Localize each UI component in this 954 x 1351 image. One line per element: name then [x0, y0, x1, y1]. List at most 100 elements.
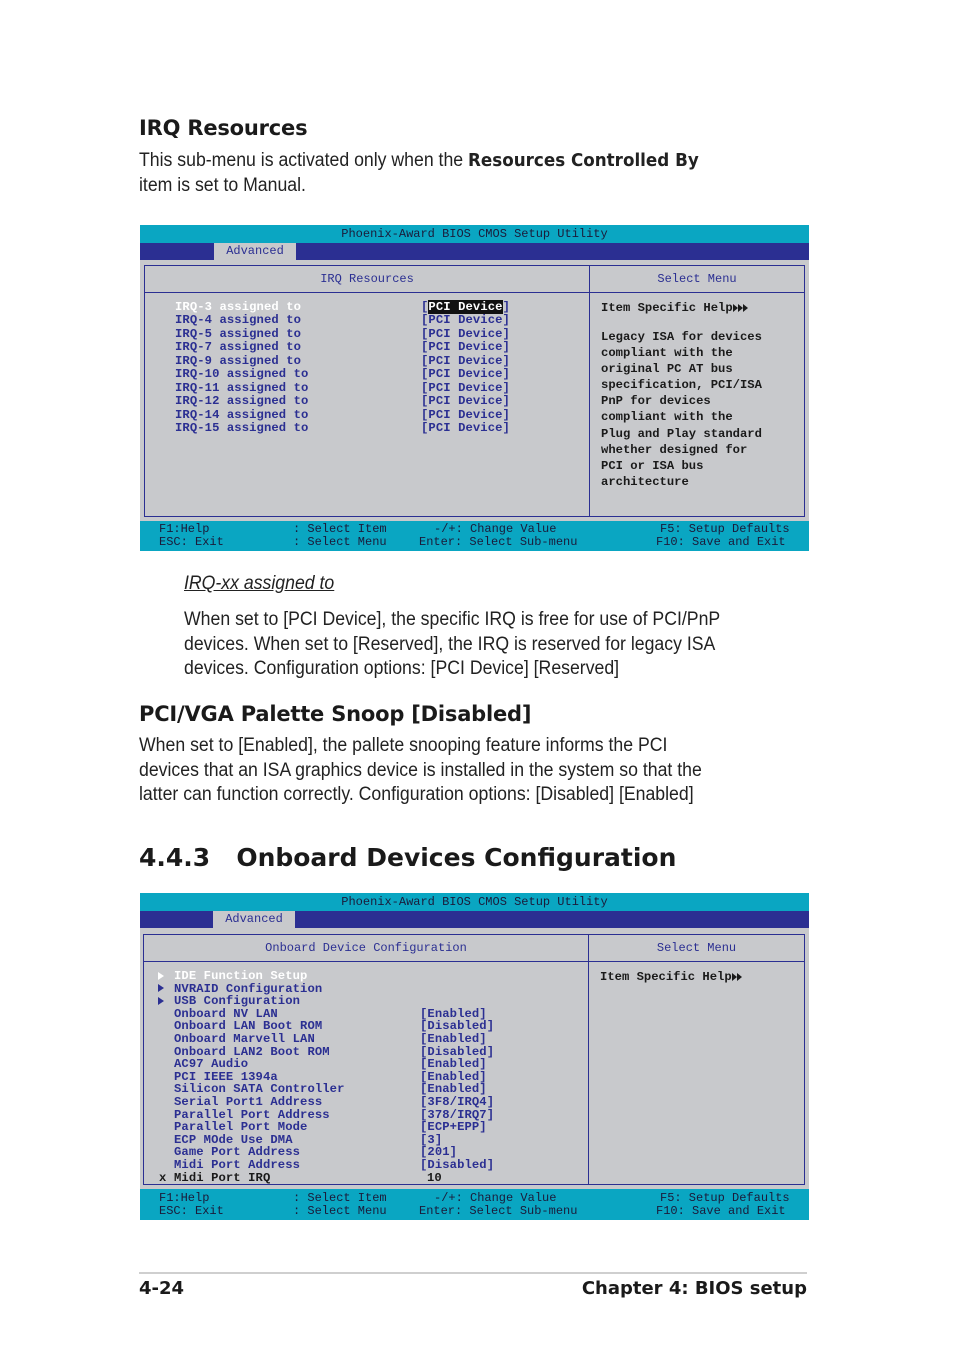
- help-line: original PC AT bus: [601, 362, 733, 377]
- intro-bold-term: Resources Controlled By: [468, 150, 699, 171]
- help-line: Plug and Play standard: [601, 426, 762, 441]
- bios-setting-row[interactable]: IRQ-14 assigned to [PCI Device]: [175, 407, 585, 422]
- help-title: Item Specific Help: [601, 301, 733, 315]
- help-pane-title: Select Menu: [589, 935, 804, 962]
- palette-snoop-description: When set to [Enabled], the pallete snoop…: [139, 734, 702, 808]
- section-heading: 4.4.3 Onboard Devices Configuration: [139, 843, 676, 872]
- bios-left-pane: Onboard Device Configuration IDE Functio…: [144, 935, 589, 1185]
- help-line: specification, PCI/ISA: [601, 378, 762, 393]
- paragraph-line: latter can function correctly. Configura…: [139, 784, 694, 805]
- bios-title-bar: Phoenix-Award BIOS CMOS Setup Utility: [140, 893, 809, 911]
- key-select-menu: : Select Menu: [293, 1204, 387, 1218]
- key-esc-exit: ESC: Exit: [159, 535, 224, 549]
- section-number: 4.4.3: [139, 843, 211, 872]
- bios-setting-row[interactable]: IRQ-10 assigned to [PCI Device]: [175, 367, 585, 382]
- paragraph-line: When set to [PCI Device], the specific I…: [184, 609, 721, 630]
- setting-value: 10: [427, 1170, 442, 1185]
- bios-setting-row[interactable]: IRQ-9 assigned to [PCI Device]: [175, 353, 585, 368]
- bios-setting-row[interactable]: IRQ-15 assigned to [PCI Device]: [175, 421, 585, 436]
- key-select-menu: : Select Menu: [293, 535, 387, 549]
- item-specific-help: Item Specific Help: [600, 969, 742, 985]
- irq-resources-heading: IRQ Resources: [139, 116, 308, 140]
- setting-value[interactable]: [PCI Device]: [421, 354, 510, 368]
- selected-value-highlight[interactable]: PCI Device: [428, 300, 503, 314]
- bios-key-legend: F1:Help ESC: Exit : Select Item : Select…: [140, 521, 809, 551]
- setting-value[interactable]: [PCI Device]: [421, 381, 510, 395]
- paragraph-line: When set to [Enabled], the pallete snoop…: [139, 735, 668, 756]
- intro-text: This sub-menu is activated only when the: [139, 150, 469, 171]
- bios-setting-row[interactable]: IRQ-7 assigned to [PCI Device]: [175, 340, 585, 355]
- unavailable-marker: x: [159, 1170, 167, 1185]
- bios-setting-row[interactable]: IRQ-5 assigned to [PCI Device]: [175, 327, 585, 341]
- tab-advanced[interactable]: Advanced: [214, 243, 296, 260]
- page-number: 4-24: [139, 1278, 185, 1299]
- bios-left-pane: IRQ Resources IRQ-3 assigned to [PCI Devi…: [145, 266, 590, 516]
- pane-title: IRQ Resources: [145, 266, 589, 293]
- key-enter-submenu: Enter: Select Sub-menu: [419, 1204, 578, 1218]
- help-line: Legacy ISA for devices: [601, 330, 762, 344]
- bios-setting-row[interactable]: IRQ-11 assigned to [PCI Device]: [175, 380, 585, 395]
- footer-divider: [139, 1272, 807, 1274]
- help-line: whether designed for: [601, 442, 748, 457]
- setting-label: IRQ-10 assigned to: [175, 367, 309, 382]
- bios-right-pane: Select Menu Item Specific Help Legacy IS…: [590, 266, 804, 516]
- setting-value[interactable]: [PCI Device]: [421, 421, 510, 435]
- key-f10-save-exit: F10: Save and Exit: [656, 1204, 786, 1218]
- chapter-title: Chapter 4: BIOS setup: [581, 1278, 807, 1299]
- pane-title: Onboard Device Configuration: [144, 935, 588, 962]
- key-enter-submenu: Enter: Select Sub-menu: [419, 535, 578, 549]
- setting-label: IRQ-11 assigned to: [175, 380, 309, 395]
- irq-assigned-description: When set to [PCI Device], the specific I…: [184, 608, 720, 682]
- help-line: PnP for devices: [601, 394, 711, 409]
- bios-title-bar: Phoenix-Award BIOS CMOS Setup Utility: [140, 225, 809, 243]
- submenu-arrow-icon: [158, 995, 164, 1008]
- help-line: compliant with the: [601, 346, 733, 361]
- bios-setting-row[interactable]: IRQ-12 assigned to [PCI Device]: [175, 394, 585, 409]
- bios-key-legend: F1:Help ESC: Exit : Select Item : Select…: [140, 1189, 809, 1220]
- irq-resources-intro: This sub-menu is activated only when the…: [139, 149, 699, 198]
- key-f10-save-exit: F10: Save and Exit: [656, 535, 786, 549]
- bios-screen-irq-resources: Phoenix-Award BIOS CMOS Setup Utility Ad…: [140, 225, 809, 551]
- setting-value[interactable]: [PCI Device]: [421, 340, 510, 354]
- paragraph-line: devices. When set to [Reserved], the IRQ…: [184, 633, 716, 655]
- disabled-setting-row: x Midi Port IRQ 10: [159, 1170, 579, 1185]
- setting-value[interactable]: [PCI Device]: [421, 327, 510, 341]
- double-arrow-icon: [731, 970, 742, 984]
- bios-main-frame: Onboard Device Configuration IDE Functio…: [143, 934, 805, 1185]
- bios-setting-row[interactable]: IRQ-3 assigned to [PCI Device]: [175, 300, 585, 314]
- palette-snoop-heading: PCI/VGA Palette Snoop [Disabled]: [139, 702, 532, 726]
- bios-right-pane: Select Menu Item Specific Help: [589, 935, 804, 1184]
- setting-label: IRQ-14 assigned to: [175, 407, 309, 422]
- paragraph-line: devices. Configuration options: [PCI Dev…: [184, 658, 620, 679]
- setting-label: IRQ-4 assigned to: [175, 313, 302, 328]
- setting-value[interactable]: [PCI Device]: [421, 367, 510, 381]
- intro-text-line2: item is set to Manual.: [139, 174, 306, 196]
- setting-value[interactable]: [PCI Device]: [421, 314, 510, 328]
- help-line: compliant with the: [601, 410, 733, 425]
- irq-assigned-heading: IRQ-xx assigned to: [184, 573, 335, 594]
- setting-value[interactable]: [PCI Device]: [421, 394, 510, 408]
- setting-label: IRQ-12 assigned to: [175, 394, 309, 409]
- submenu-arrow-icon: [158, 983, 164, 996]
- item-specific-help: Item Specific Help: [601, 300, 748, 316]
- triple-arrow-icon: [732, 301, 748, 315]
- setting-value[interactable]: [PCI Device]: [421, 408, 510, 422]
- setting-label: IRQ-3 assigned to: [175, 300, 302, 314]
- help-line: PCI or ISA bus: [601, 458, 704, 473]
- tab-advanced[interactable]: Advanced: [213, 911, 295, 928]
- key-esc-exit: ESC: Exit: [159, 1204, 224, 1218]
- help-title: Item Specific Help: [600, 970, 732, 984]
- bios-menu-bar: Advanced: [140, 911, 809, 928]
- bios-setting-row[interactable]: IRQ-4 assigned to [PCI Device]: [175, 313, 585, 328]
- setting-value[interactable]: [PCI Device]: [421, 300, 510, 314]
- setting-label: IRQ-15 assigned to: [175, 421, 309, 436]
- help-line: architecture: [601, 474, 689, 489]
- setting-label: IRQ-9 assigned to: [175, 353, 302, 368]
- bios-menu-bar: Advanced: [140, 243, 809, 260]
- submenu-arrow-icon: [158, 970, 164, 983]
- help-text: Legacy ISA for devices compliant with the…: [601, 329, 762, 490]
- section-title: Onboard Devices Configuration: [236, 843, 677, 872]
- paragraph-line: devices that an ISA graphics device is i…: [139, 759, 702, 781]
- bios-screen-onboard-devices: Phoenix-Award BIOS CMOS Setup Utility Ad…: [140, 893, 809, 1220]
- setting-label: IRQ-7 assigned to: [175, 340, 302, 355]
